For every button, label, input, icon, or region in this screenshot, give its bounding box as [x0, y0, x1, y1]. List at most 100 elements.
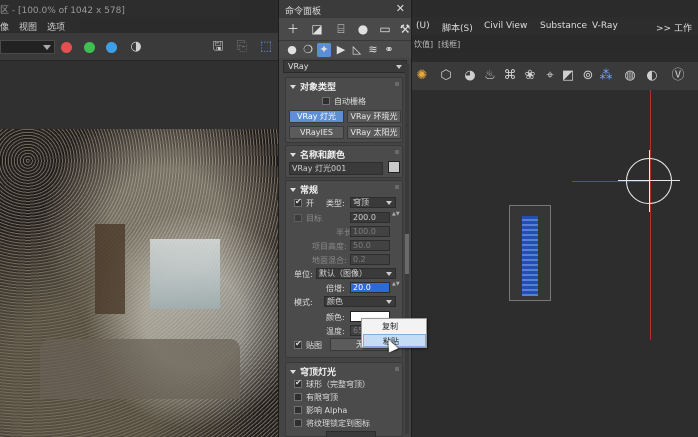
target-checkbox[interactable] — [294, 214, 302, 222]
light-type-dropdown[interactable]: 穹顶 — [350, 197, 396, 208]
green-channel-button[interactable] — [84, 42, 95, 53]
menu-options[interactable]: 选项 — [47, 20, 65, 33]
spinner-icon[interactable]: ▲▼ — [392, 282, 400, 293]
light-category-dropdown[interactable]: VRay — [283, 60, 407, 73]
render-area — [0, 61, 278, 437]
texture-checkbox[interactable] — [294, 339, 302, 349]
proxy-icon[interactable]: ⌘ — [502, 68, 518, 84]
scene-object-mesh[interactable] — [522, 216, 538, 296]
color-label: 颜色: — [326, 313, 345, 322]
dome-light-header[interactable]: 穹顶灯光 — [286, 363, 402, 378]
hierarchy-tab-icon[interactable]: ⌸ — [333, 21, 349, 37]
light-on-checkbox[interactable] — [294, 197, 302, 207]
spacewarps-icon[interactable]: ≋ — [366, 43, 380, 57]
create-tab-icon[interactable]: ＋ — [285, 21, 301, 37]
spinner-icon[interactable]: ▲▼ — [392, 212, 400, 223]
menu-vray[interactable]: V-Ray — [592, 21, 618, 31]
half-length-input[interactable]: 100.0 — [350, 226, 390, 237]
palette-icon[interactable]: ◍ — [622, 68, 638, 84]
dome-option-dropdown[interactable] — [326, 431, 376, 437]
finite-dome-checkbox[interactable] — [294, 393, 302, 401]
menu-script[interactable]: 脚本(S) — [442, 21, 473, 34]
vray-logo-icon[interactable]: Ⓥ — [670, 68, 686, 84]
object-color-swatch[interactable] — [388, 161, 400, 173]
lock-texture-checkbox[interactable] — [294, 419, 302, 427]
modify-tab-icon[interactable]: ◪ — [309, 21, 325, 37]
viewport-top[interactable] — [412, 90, 698, 437]
cameras-icon[interactable]: ▶ — [334, 43, 348, 57]
lock-texture-label: 将纹理锁定到图标 — [306, 419, 370, 428]
target-label: 目标 — [306, 214, 322, 223]
lights-icon[interactable]: ✦ — [317, 43, 331, 57]
display-tab-icon[interactable]: ▭ — [377, 21, 393, 37]
scrollbar-thumb[interactable] — [405, 234, 409, 274]
vray-toolbar: ✺ ⬡ ◕ ♨ ⌘ ❀ ⌖ ◩ ⊚ ⁂ ◍ ◐ Ⓥ — [412, 62, 698, 90]
render-settings-icon[interactable]: ◐ — [644, 68, 660, 84]
command-panel-scrollbar[interactable] — [405, 64, 409, 434]
pin-icon — [395, 150, 399, 154]
scene-object-box[interactable] — [509, 205, 551, 301]
name-color-header[interactable]: 名称和颜色 — [286, 146, 402, 161]
systems-icon[interactable]: ⚭ — [382, 43, 396, 57]
region-select-icon[interactable]: ⬚ — [258, 39, 274, 55]
menu-u[interactable]: (U) — [416, 21, 430, 31]
cube-icon[interactable]: ⬡ — [438, 68, 454, 84]
units-dropdown[interactable]: 默认（图像） — [316, 268, 396, 279]
collapse-icon — [290, 370, 296, 374]
viewport-shading-label[interactable]: [线框] — [438, 39, 460, 50]
fur-icon[interactable]: ❀ — [522, 68, 538, 84]
affect-alpha-checkbox[interactable] — [294, 406, 302, 414]
spherical-checkbox[interactable] — [294, 378, 302, 388]
menu-view[interactable]: 视图 — [19, 20, 37, 33]
menu-civil-view[interactable]: Civil View — [484, 21, 527, 31]
half-width-label: 项目高度: — [312, 242, 347, 251]
utilities-tab-icon[interactable]: ⚒ — [397, 21, 413, 37]
object-name-input[interactable]: VRay 灯光001 — [289, 162, 383, 175]
render-sofa-shape — [40, 339, 240, 399]
main-menu-bar: (U) 脚本(S) Civil View Substance V-Ray >> … — [412, 17, 698, 47]
autogrid-checkbox[interactable] — [322, 97, 330, 105]
clipper-icon[interactable]: ◩ — [560, 68, 576, 84]
collapse-icon — [290, 153, 296, 157]
mode-dropdown[interactable]: 颜色 — [324, 296, 396, 307]
gizmo-crosshair-v — [649, 150, 650, 212]
sphere-icon[interactable]: ◕ — [462, 68, 478, 84]
channel-dropdown[interactable] — [0, 40, 55, 54]
alpha-channel-icon[interactable]: ◑ — [128, 39, 144, 55]
texture-label: 贴图 — [306, 341, 322, 350]
vray-sun-button[interactable]: VRay 太阳光 — [347, 126, 401, 139]
pin-icon — [395, 82, 399, 86]
pin-icon — [395, 185, 399, 189]
vray-light-button[interactable]: VRay 灯光 — [289, 110, 344, 123]
general-header[interactable]: 常规 — [286, 181, 402, 196]
menu-substance[interactable]: Substance — [540, 21, 587, 31]
light-icon[interactable]: ⊚ — [580, 68, 596, 84]
command-panel-titlebar[interactable]: 命令面板 ✕ — [279, 0, 411, 18]
viewport-shading-prefix[interactable]: 饮值] — [414, 39, 433, 50]
object-type-header[interactable]: 对象类型 — [286, 78, 402, 93]
vray-ies-button[interactable]: VRayIES — [289, 126, 344, 139]
half-width-input[interactable]: 50.0 — [350, 240, 390, 251]
units-value: 默认（图像） — [319, 269, 367, 278]
close-icon[interactable]: ✕ — [396, 2, 405, 15]
motion-tab-icon[interactable]: ● — [355, 21, 371, 37]
decal-icon[interactable]: ⌖ — [542, 68, 558, 84]
mode-label: 模式: — [294, 298, 313, 307]
menu-image[interactable]: 像 — [0, 20, 9, 33]
sun-icon[interactable]: ✺ — [414, 68, 430, 84]
blue-channel-button[interactable] — [106, 42, 117, 53]
units-label: 单位: — [294, 270, 313, 279]
vray-ambient-light-button[interactable]: VRay 环境光 — [347, 110, 401, 123]
helpers-icon[interactable]: ◺ — [350, 43, 364, 57]
red-channel-button[interactable] — [61, 42, 72, 53]
floor-blend-input[interactable]: 0.2 — [350, 254, 390, 265]
copy-menu-item[interactable]: 复制 — [363, 320, 426, 333]
shapes-icon[interactable]: ❍ — [301, 43, 315, 57]
target-distance-input[interactable]: 200.0 — [350, 212, 390, 223]
copy-icon[interactable]: ⎘ — [234, 39, 250, 55]
material-icon[interactable]: ⁂ — [598, 68, 614, 84]
teapot-icon[interactable]: ♨ — [482, 68, 498, 84]
save-icon[interactable]: 🖫 — [210, 39, 226, 55]
multiplier-input[interactable]: 20.0 — [350, 282, 390, 293]
geometry-icon[interactable]: ● — [285, 43, 299, 57]
